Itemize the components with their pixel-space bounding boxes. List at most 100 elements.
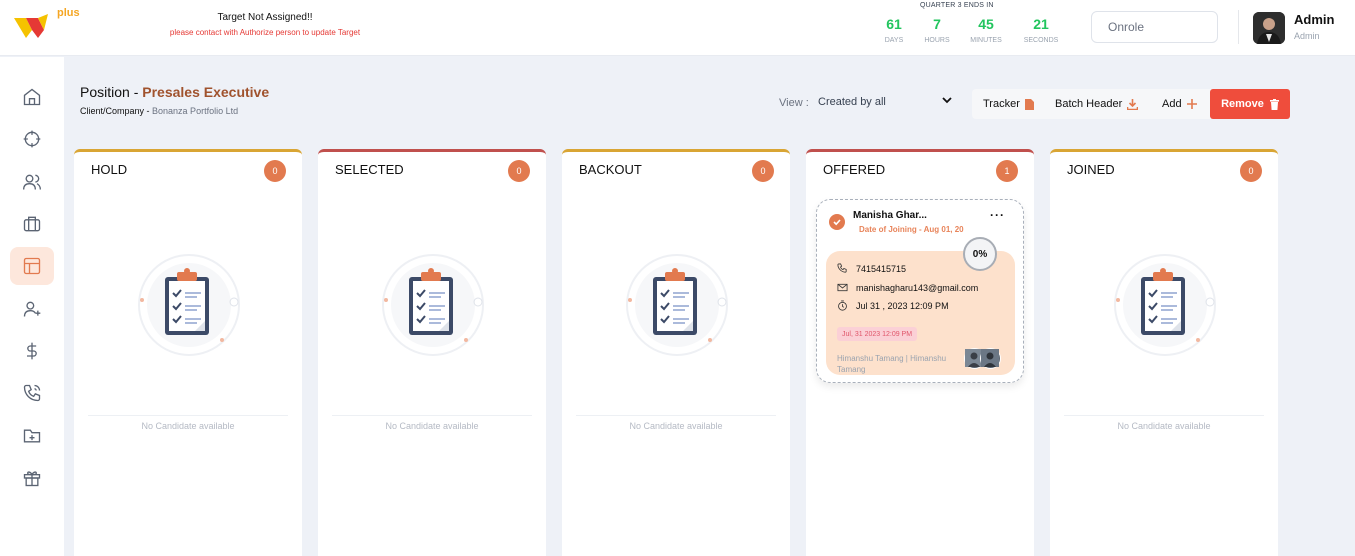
column-count-badge: 1: [996, 160, 1018, 182]
candidate-name[interactable]: Manisha Ghar...: [853, 210, 927, 221]
batch-header-button[interactable]: Batch Header: [1055, 89, 1139, 119]
column-title: HOLD: [91, 162, 128, 177]
brand-logo[interactable]: plus: [12, 4, 87, 44]
countdown-hours-value: 7: [933, 16, 941, 32]
column-count-badge: 0: [1240, 160, 1262, 182]
download-icon: [1127, 98, 1139, 110]
trash-icon: [1269, 98, 1279, 110]
countdown-days: 61 DAYS: [872, 16, 916, 44]
tracker-label: Tracker: [983, 98, 1020, 110]
top-bar: plus Target Not Assigned!! please contac…: [0, 0, 1355, 56]
empty-state-text: No Candidate available: [141, 421, 235, 431]
countdown-days-unit: DAYS: [884, 37, 904, 44]
countdown-hours-unit: HOURS: [924, 37, 950, 44]
home-icon[interactable]: [10, 78, 54, 116]
target-title: Target Not Assigned!!: [217, 12, 313, 23]
add-label: Add: [1162, 98, 1182, 110]
candidate-email-row: manishagharu143@gmail.com: [837, 282, 978, 293]
phone-call-icon[interactable]: [10, 374, 54, 412]
candidate-phone-row: 7415415715: [837, 263, 906, 274]
divider: [1064, 415, 1264, 416]
countdown-minutes-unit: MINUTES: [970, 37, 1002, 44]
date-chip: Jul, 31 2023 12:09 PM: [837, 327, 918, 341]
empty-clipboard-icon: [382, 254, 484, 356]
document-icon: [1024, 98, 1034, 110]
recruiter-names: Himanshu Tamang | Himanshu Tamang: [837, 354, 947, 374]
countdown-hours: 7 HOURS: [915, 16, 959, 44]
candidate-card[interactable]: Manisha Ghar... Date of Joining - Aug 01…: [816, 199, 1024, 383]
target-subtitle: please contact with Authorize person to …: [169, 28, 361, 37]
empty-state-text: No Candidate available: [385, 421, 479, 431]
countdown-minutes: 45 MINUTES: [964, 16, 1008, 44]
countdown-minutes-value: 45: [978, 16, 994, 32]
column-offered: OFFERED 1 Manisha Ghar... Date of Joinin…: [806, 149, 1034, 556]
column-title: SELECTED: [335, 162, 404, 177]
column-title: OFFERED: [823, 162, 886, 177]
target-icon[interactable]: [10, 120, 54, 158]
position-name: Presales Executive: [142, 84, 270, 100]
countdown-seconds-value: 21: [1033, 16, 1049, 32]
user-role: Admin: [1294, 31, 1320, 41]
layout-icon[interactable]: [10, 247, 54, 285]
briefcase-icon[interactable]: [10, 205, 54, 243]
user-plus-icon[interactable]: [10, 290, 54, 328]
countdown-seconds: 21 SECONDS: [1019, 16, 1063, 44]
recruiter-avatars: [964, 348, 1004, 370]
column-title: BACKOUT: [579, 162, 642, 177]
timer-icon: [838, 300, 847, 311]
column-count-badge: 0: [508, 160, 530, 182]
tracker-button[interactable]: Tracker: [983, 89, 1034, 119]
candidate-datetime-row: Jul 31 , 2023 12:09 PM: [837, 300, 949, 311]
empty-clipboard-icon: [1114, 254, 1216, 356]
candidate-datetime: Jul 31 , 2023 12:09 PM: [856, 300, 949, 311]
batch-header-label: Batch Header: [1055, 98, 1123, 110]
column-joined: JOINED 0 No Candidate available: [1050, 149, 1278, 556]
more-options-icon[interactable]: ···: [990, 208, 1005, 222]
view-selected-value: Created by all: [818, 96, 886, 108]
page-title: Position - Presales Executive: [80, 84, 269, 100]
column-selected: SELECTED 0 No Candidate available: [318, 149, 546, 556]
phone-icon: [837, 263, 847, 273]
plus-icon: [1186, 99, 1197, 109]
role-selector[interactable]: Onrole: [1091, 11, 1218, 43]
empty-state-text: No Candidate available: [629, 421, 723, 431]
view-select[interactable]: Created by all: [818, 96, 956, 108]
empty-clipboard-icon: [138, 254, 240, 356]
add-button[interactable]: Add: [1162, 89, 1197, 119]
target-notice: Target Not Assigned!! please contact wit…: [150, 12, 380, 37]
countdown-seconds-unit: SECONDS: [1023, 37, 1059, 44]
position-label: Position -: [80, 84, 143, 100]
divider: [576, 415, 776, 416]
empty-clipboard-icon: [626, 254, 728, 356]
countdown-days-value: 61: [886, 16, 902, 32]
divider: [88, 415, 288, 416]
divider: [1238, 10, 1239, 44]
client-name: Bonanza Portfolio Ltd: [152, 106, 239, 116]
avatar[interactable]: [1253, 12, 1285, 44]
remove-button[interactable]: Remove: [1210, 89, 1290, 119]
divider: [332, 415, 532, 416]
avatar: [980, 348, 1001, 369]
dollar-icon[interactable]: [10, 332, 54, 370]
candidate-progress: 0%: [963, 237, 997, 271]
candidate-phone[interactable]: 7415415715: [856, 264, 906, 274]
users-icon[interactable]: [10, 163, 54, 201]
candidate-joining-date: Date of Joining - Aug 01, 20: [859, 225, 964, 234]
user-name[interactable]: Admin: [1294, 12, 1334, 27]
column-hold: HOLD 0 No Candidate available: [74, 149, 302, 556]
view-label: View :: [779, 97, 809, 109]
column-count-badge: 0: [752, 160, 774, 182]
folder-plus-icon[interactable]: [10, 417, 54, 455]
client-label: Client/Company -: [80, 106, 153, 116]
column-backout: BACKOUT 0 No Candidate available: [562, 149, 790, 556]
check-icon[interactable]: [829, 214, 845, 230]
sidebar: [0, 57, 64, 556]
column-count-badge: 0: [264, 160, 286, 182]
remove-label: Remove: [1221, 98, 1264, 110]
gift-icon[interactable]: [10, 459, 54, 497]
mail-icon: [837, 283, 848, 292]
empty-state-text: No Candidate available: [1117, 421, 1211, 431]
client-line: Client/Company - Bonanza Portfolio Ltd: [80, 106, 238, 116]
svg-text:plus: plus: [57, 7, 80, 19]
candidate-email[interactable]: manishagharu143@gmail.com: [856, 283, 978, 293]
